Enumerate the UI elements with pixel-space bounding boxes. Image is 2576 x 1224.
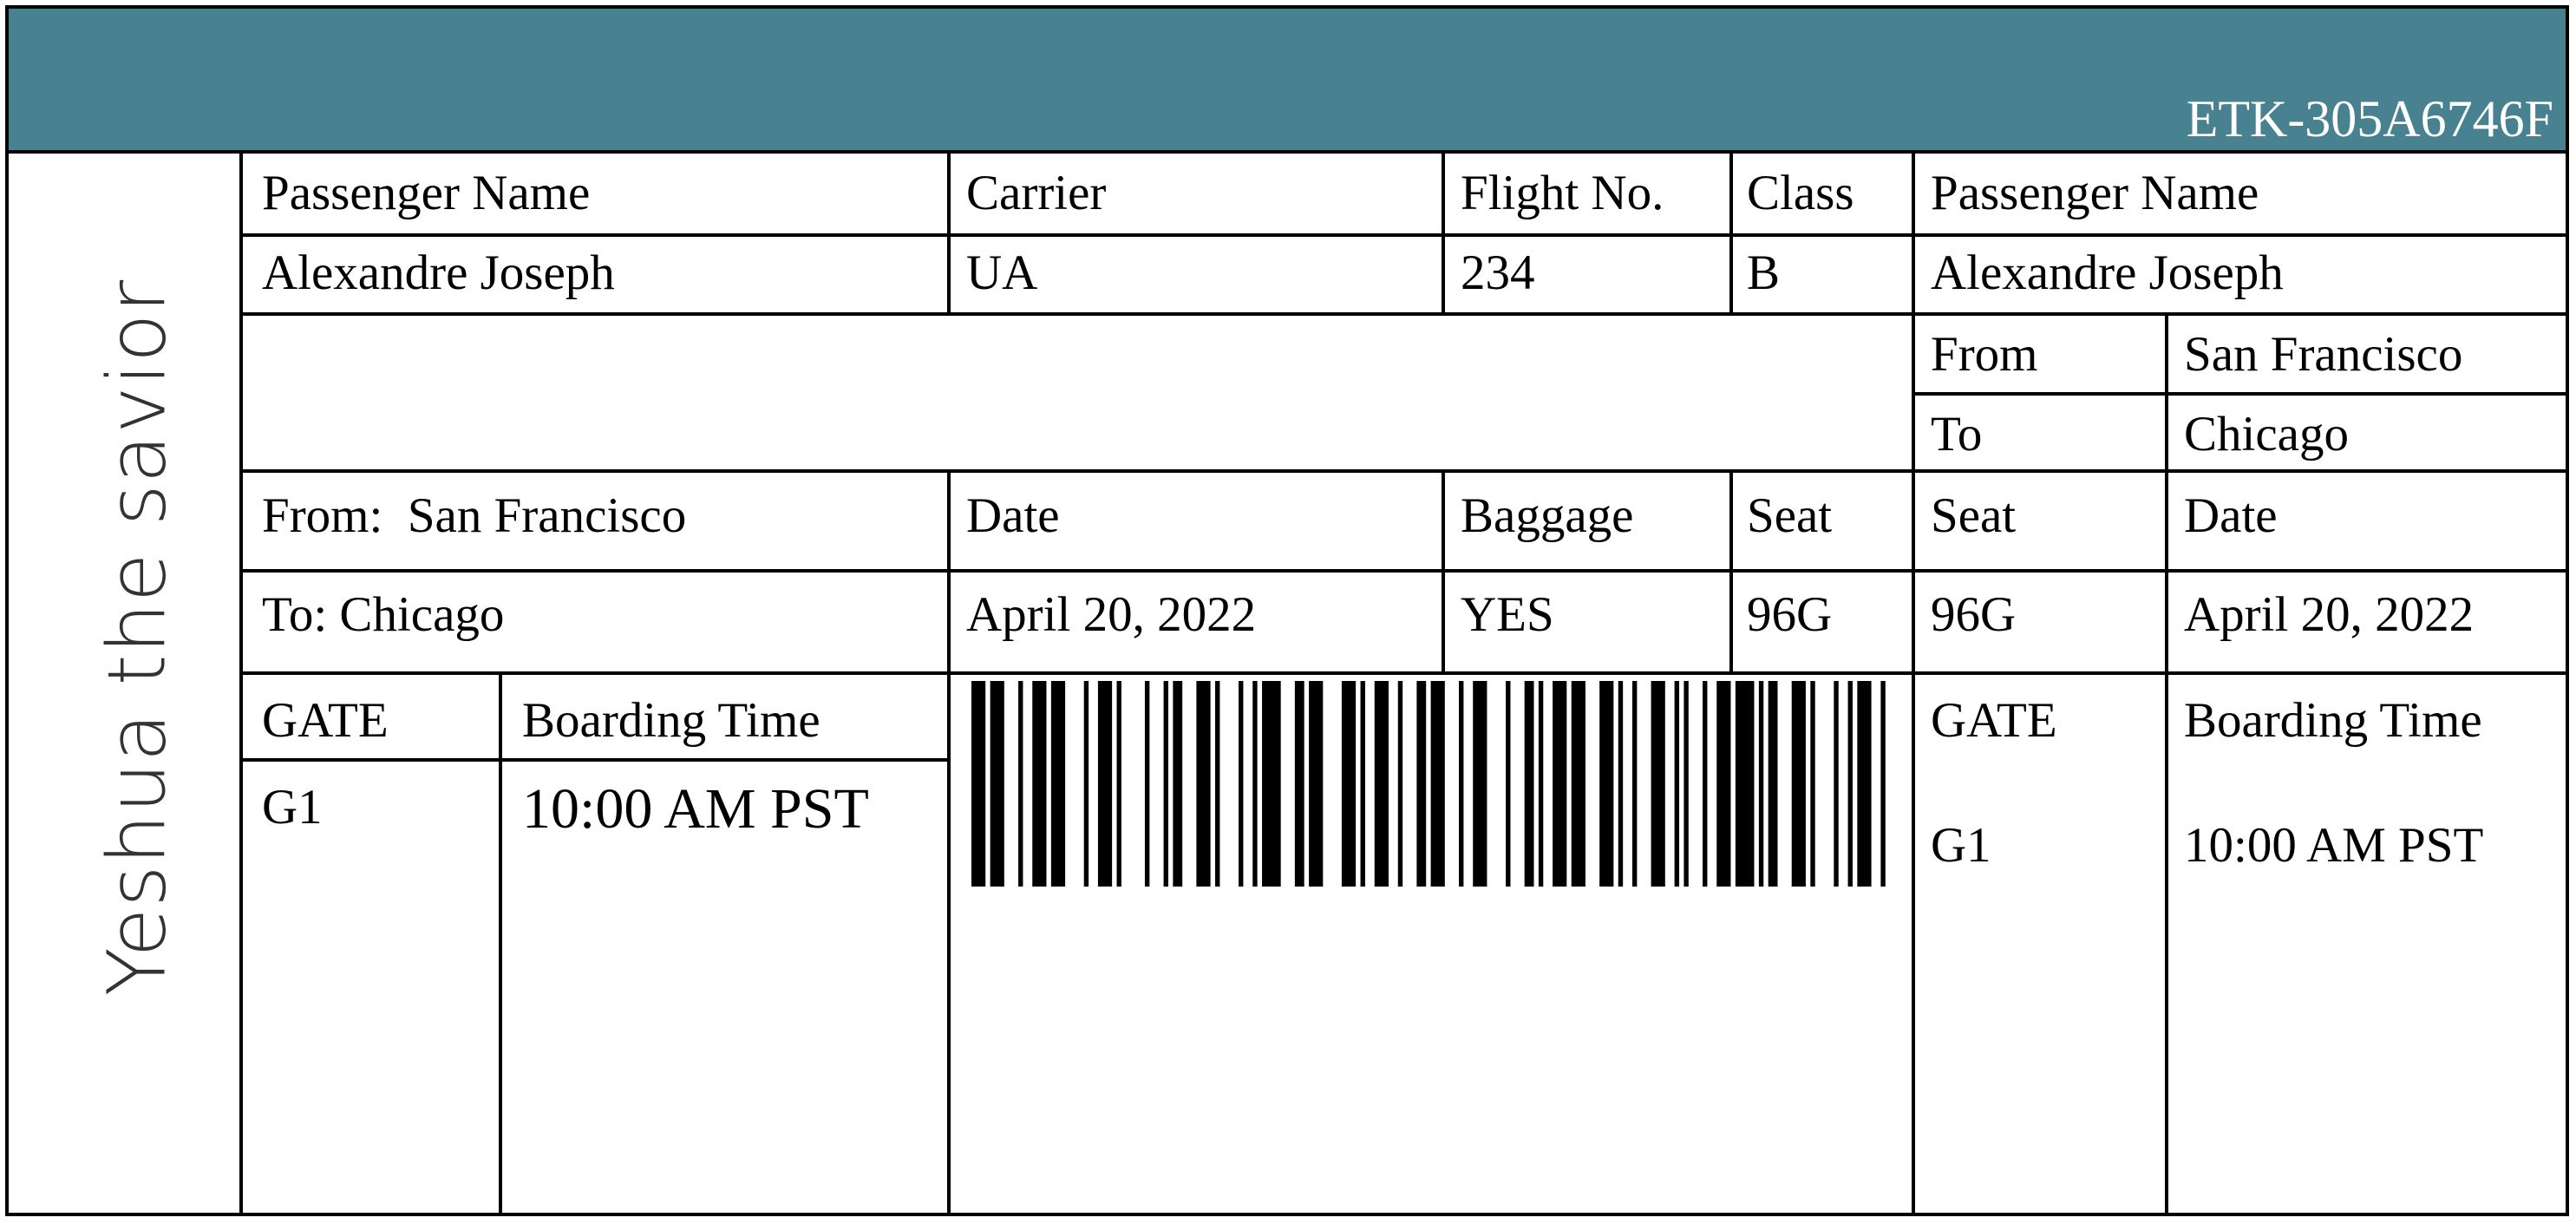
barcode-bar bbox=[1374, 681, 1389, 887]
barcode-bar bbox=[1309, 681, 1324, 887]
class-label: Class bbox=[1747, 166, 1854, 220]
rule-row2 bbox=[239, 312, 2566, 316]
barcode-bar bbox=[1050, 681, 1066, 887]
barcode-bar bbox=[1651, 681, 1665, 887]
boarding-pass: ETK-305A6746F Yeshua the savior Passenge… bbox=[5, 5, 2569, 1216]
barcode-bar bbox=[1716, 681, 1731, 887]
flight-label: Flight No. bbox=[1461, 166, 1664, 220]
passenger-name: Alexandre Joseph bbox=[262, 245, 615, 300]
carrier-value: UA bbox=[966, 245, 1038, 300]
barcode-bar bbox=[1571, 681, 1585, 887]
stub-seat-value: 96G bbox=[1931, 587, 2017, 642]
barcode-bar bbox=[1473, 681, 1487, 887]
stub-from-value: San Francisco bbox=[2184, 327, 2463, 382]
flight-value: 234 bbox=[1461, 245, 1535, 300]
barcode-bar bbox=[1674, 681, 1680, 887]
barcode-bar bbox=[1618, 681, 1624, 887]
stub-from-label: From bbox=[1931, 327, 2038, 382]
barcode-bar bbox=[1018, 681, 1023, 887]
rule-row5 bbox=[239, 671, 2566, 675]
barcode-bar bbox=[1163, 681, 1168, 887]
barcode-bar bbox=[1631, 681, 1638, 887]
barcode-bar bbox=[1524, 681, 1534, 887]
barcode-bar bbox=[1116, 681, 1121, 887]
ticket-header: ETK-305A6746F bbox=[9, 9, 2566, 154]
barcode-bar bbox=[1538, 681, 1544, 887]
barcode bbox=[971, 681, 1886, 887]
to-text: To: Chicago bbox=[262, 587, 505, 642]
barcode-bar bbox=[1758, 681, 1764, 887]
barcode-bar bbox=[1294, 681, 1304, 887]
barcode-bar bbox=[1239, 681, 1244, 887]
stub-to-value: Chicago bbox=[2184, 407, 2349, 461]
barcode-bar bbox=[1397, 681, 1403, 887]
barcode-bar bbox=[1341, 681, 1357, 887]
carrier-label: Carrier bbox=[966, 166, 1107, 220]
passenger-name-label: Passenger Name bbox=[262, 166, 591, 220]
boarding-value: 10:00 AM PST bbox=[522, 777, 869, 841]
barcode-bar bbox=[1810, 681, 1815, 887]
rule-gate bbox=[239, 758, 951, 762]
rule-row4 bbox=[239, 569, 2566, 573]
barcode-bar bbox=[1262, 681, 1281, 887]
barcode-bar bbox=[1144, 681, 1150, 887]
brand-text: Yeshua the savior bbox=[90, 278, 184, 997]
baggage-value: YES bbox=[1461, 587, 1554, 642]
barcode-bar bbox=[1768, 681, 1778, 887]
stub-passenger-name-label: Passenger Name bbox=[1931, 166, 2259, 220]
gate-value: G1 bbox=[262, 780, 323, 835]
barcode-bar bbox=[990, 681, 1004, 887]
barcode-bar bbox=[1430, 681, 1445, 887]
divider-col4-lower bbox=[1729, 473, 1733, 675]
date-label: Date bbox=[966, 488, 1060, 543]
divider-col3-lower bbox=[1442, 473, 1445, 675]
stub-seat-label: Seat bbox=[1931, 488, 2017, 543]
divider-col2-lower bbox=[947, 473, 951, 1216]
barcode-bar bbox=[1196, 681, 1211, 887]
class-value: B bbox=[1747, 245, 1781, 300]
barcode-bar bbox=[971, 681, 986, 887]
barcode-bar bbox=[1097, 681, 1113, 887]
barcode-bar bbox=[1032, 681, 1047, 887]
stub-date-label: Date bbox=[2184, 488, 2278, 543]
stub-to-label: To bbox=[1931, 407, 1983, 461]
barcode-bar bbox=[1360, 681, 1365, 887]
boarding-label: Boarding Time bbox=[522, 693, 821, 748]
barcode-bar bbox=[1735, 681, 1755, 887]
barcode-bar bbox=[1459, 681, 1464, 887]
seat-value: 96G bbox=[1747, 587, 1833, 642]
barcode-bar bbox=[1834, 681, 1839, 887]
barcode-bar bbox=[1791, 681, 1806, 887]
rule-row1 bbox=[239, 233, 2566, 237]
divider-gate bbox=[499, 675, 502, 1216]
barcode-bar bbox=[1173, 681, 1183, 887]
gate-label: GATE bbox=[262, 693, 389, 748]
barcode-bar bbox=[1553, 681, 1567, 887]
divider-stub-inner bbox=[2165, 316, 2168, 1216]
rule-row3 bbox=[239, 469, 2566, 473]
barcode-bar bbox=[1857, 681, 1872, 887]
barcode-bar bbox=[1847, 681, 1853, 887]
barcode-bar bbox=[1599, 681, 1614, 887]
barcode-bar bbox=[1215, 681, 1220, 887]
stub-boarding-label: Boarding Time bbox=[2184, 693, 2482, 748]
barcode-bar bbox=[1880, 681, 1886, 887]
stub-gate-label: GATE bbox=[1931, 693, 2057, 748]
barcode-bar bbox=[1083, 681, 1089, 887]
stub-passenger-name: Alexandre Joseph bbox=[1931, 245, 2284, 300]
barcode-bar bbox=[1416, 681, 1427, 887]
barcode-bar bbox=[1684, 681, 1689, 887]
baggage-label: Baggage bbox=[1461, 488, 1634, 543]
ticket-code: ETK-305A6746F bbox=[2186, 90, 2553, 147]
stub-gate-value: G1 bbox=[1931, 818, 1991, 873]
stub-boarding-value: 10:00 AM PST bbox=[2184, 818, 2484, 873]
barcode-bar bbox=[1703, 681, 1708, 887]
date-value: April 20, 2022 bbox=[966, 587, 1257, 642]
stub-date-value: April 20, 2022 bbox=[2184, 587, 2475, 642]
from-text: From: San Francisco bbox=[262, 488, 687, 543]
barcode-bar bbox=[1506, 681, 1511, 887]
rule-stub-from bbox=[1912, 392, 2566, 396]
seat-label: Seat bbox=[1747, 488, 1833, 543]
barcode-bar bbox=[1252, 681, 1258, 887]
